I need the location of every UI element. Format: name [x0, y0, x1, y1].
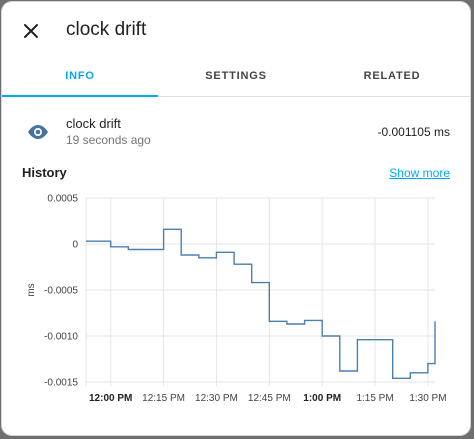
x-tick-label: 12:45 PM [248, 393, 291, 404]
dialog-title: clock drift [66, 19, 147, 40]
y-axis-label: ms [26, 283, 37, 296]
history-title: History [22, 165, 67, 180]
chart-y-ticks: 0.0005 0 -0.0005 -0.0010 -0.0015 [44, 194, 78, 389]
y-tick-label: -0.0015 [44, 378, 78, 389]
eye-icon [28, 125, 48, 139]
x-tick-label: 1:30 PM [409, 393, 446, 404]
y-tick-label: -0.0010 [44, 332, 78, 343]
x-tick-label: 1:00 PM [303, 393, 341, 404]
tab-info[interactable]: INFO [2, 58, 158, 97]
entity-name: clock drift [66, 116, 121, 131]
chart-grid [85, 197, 435, 386]
close-icon [24, 24, 38, 38]
x-tick-label: 12:15 PM [142, 393, 185, 404]
y-tick-label: 0.0005 [47, 194, 78, 205]
x-tick-label: 1:15 PM [356, 393, 393, 404]
history-chart: 0.00050-0.0005-0.0010-0.0015 12:00 PM 12:… [26, 194, 447, 405]
tab-related[interactable]: RELATED [314, 58, 470, 96]
y-tick-label: -0.0005 [44, 286, 78, 297]
tab-settings[interactable]: SETTINGS [158, 58, 314, 96]
entity-row: clock drift 19 seconds ago -0.001105 ms [2, 112, 470, 152]
close-button[interactable] [16, 16, 46, 46]
x-tick-label: 12:00 PM [89, 393, 132, 404]
show-more-link[interactable]: Show more [389, 166, 450, 180]
entity-state: -0.001105 ms [377, 125, 451, 139]
entity-last-changed: 19 seconds ago [66, 133, 151, 147]
more-info-dialog: clock drift INFO SETTINGS RELATED clock … [2, 2, 470, 435]
dialog-header: clock drift [2, 2, 470, 58]
tab-bar: INFO SETTINGS RELATED [2, 58, 470, 97]
chart-x-ticks: 12:00 PM 12:15 PM 12:30 PM 12:45 PM 1:00 PM 1… [89, 393, 447, 404]
y-tick-label: 0 [72, 240, 78, 251]
x-tick-label: 12:30 PM [195, 393, 238, 404]
series-line [86, 228, 436, 379]
